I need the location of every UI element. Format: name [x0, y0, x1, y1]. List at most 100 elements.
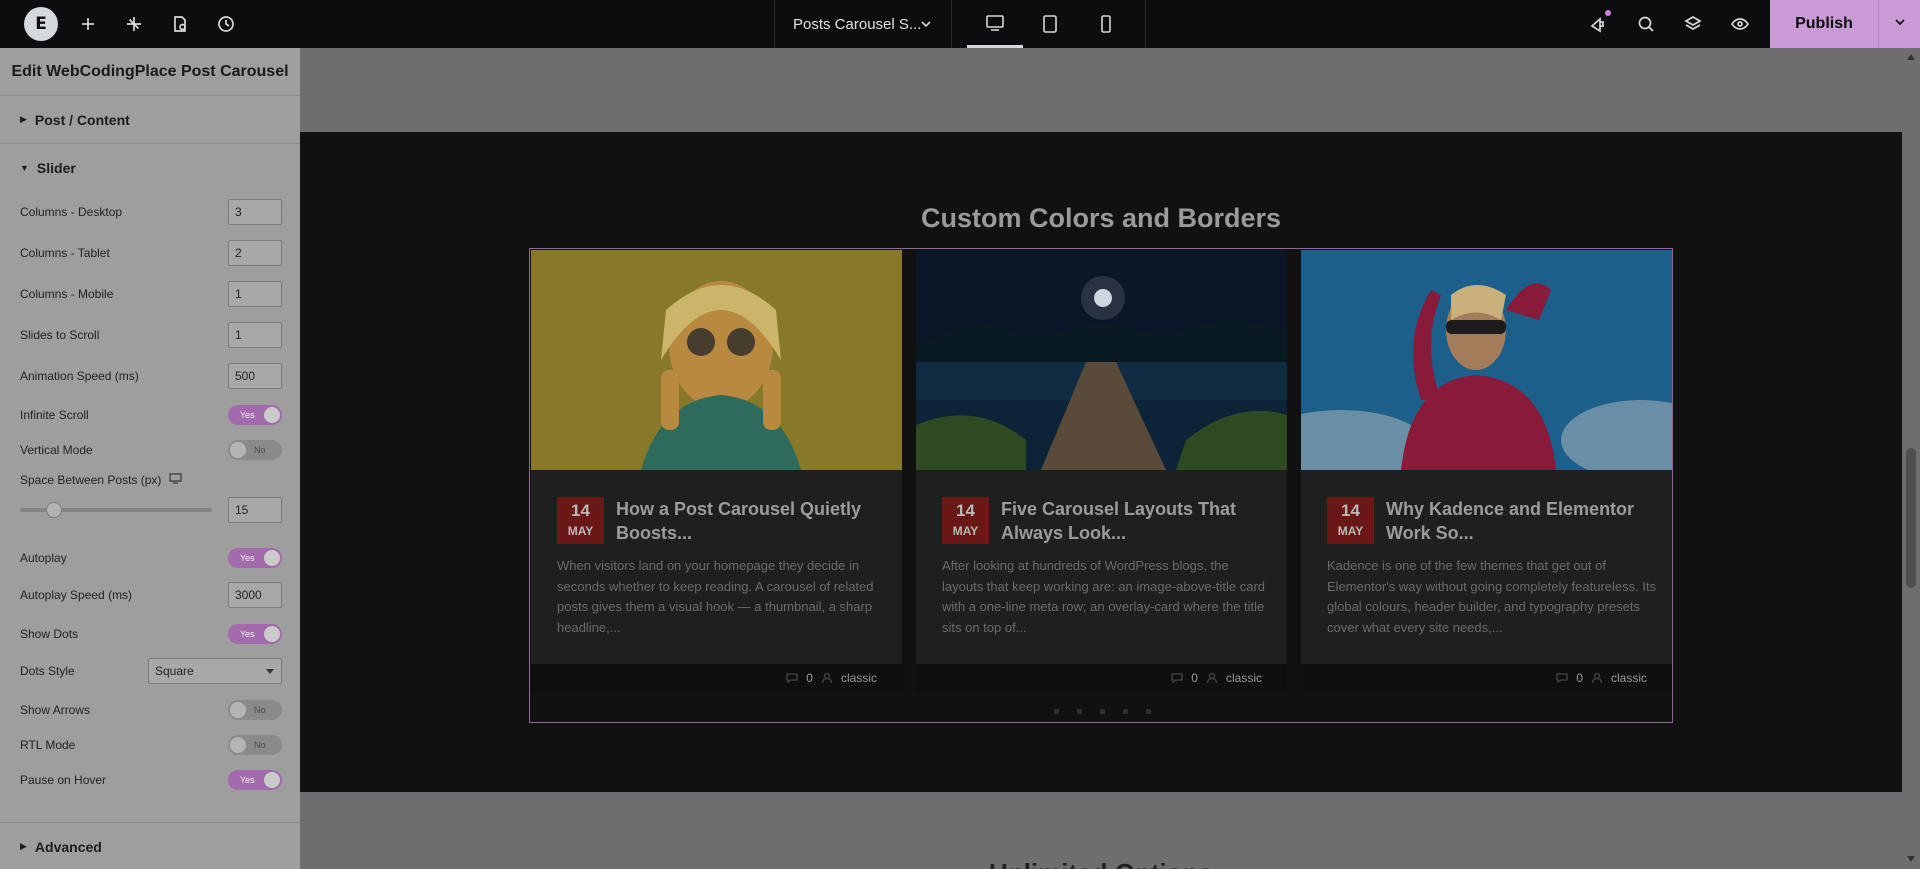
- post-author[interactable]: classic: [1226, 671, 1262, 685]
- post-title[interactable]: Why Kadence and Elementor Work So...: [1386, 497, 1662, 545]
- control-label: Dots Style: [20, 664, 75, 678]
- scroll-down-icon[interactable]: [1907, 856, 1915, 862]
- control-label: Columns - Mobile: [20, 287, 114, 301]
- panel-title: Edit WebCodingPlace Post Carousel: [0, 48, 300, 96]
- post-thumbnail-woman-pink-shirt[interactable]: [1301, 250, 1672, 470]
- control-infinite-scroll: Infinite Scroll Yes: [20, 405, 282, 425]
- user-icon: [1206, 672, 1218, 684]
- desktop-device-icon[interactable]: [967, 0, 1023, 48]
- autoplay-speed-input[interactable]: 3000: [228, 582, 282, 608]
- tablet-device-icon[interactable]: [1022, 0, 1078, 48]
- control-label: Show Arrows: [20, 703, 91, 717]
- autoplay-toggle[interactable]: Yes: [228, 548, 282, 568]
- post-thumbnail-woman-sunglasses[interactable]: [531, 250, 902, 470]
- control-label: Animation Speed (ms): [20, 369, 139, 383]
- control-label: Show Dots: [20, 627, 79, 641]
- add-icon[interactable]: [76, 12, 100, 36]
- carousel-dot[interactable]: [1076, 709, 1082, 714]
- control-autoplay: Autoplay Yes: [20, 548, 282, 568]
- notifications-icon[interactable]: [1586, 10, 1611, 36]
- columns-desktop-input[interactable]: 3: [228, 199, 282, 225]
- layers-icon[interactable]: [1681, 12, 1705, 36]
- post-month: MAY: [567, 524, 594, 538]
- page-settings-icon[interactable]: [168, 12, 192, 36]
- control-label: Columns - Desktop: [20, 205, 123, 219]
- publish-options-button[interactable]: [1878, 0, 1920, 48]
- editor-canvas: Custom Colors and Borders 14 MAY How a P…: [300, 48, 1902, 869]
- columns-tablet-input[interactable]: 2: [228, 240, 282, 266]
- control-label: Space Between Posts (px): [20, 473, 162, 487]
- slides-to-scroll-input[interactable]: 1: [228, 322, 282, 348]
- columns-mobile-input[interactable]: 1: [228, 281, 282, 307]
- show-dots-toggle[interactable]: Yes: [228, 624, 282, 644]
- section-label: Advanced: [34, 838, 102, 855]
- comment-icon: [1556, 672, 1569, 684]
- dots-style-value: Square: [155, 664, 194, 678]
- control-columns-mobile: Columns - Mobile 1: [20, 281, 282, 307]
- show-arrows-toggle[interactable]: No: [228, 700, 282, 720]
- chevron-down-icon: [919, 17, 933, 35]
- logo-text: E: [35, 14, 47, 34]
- section-label: Post / Content: [34, 111, 130, 128]
- infinite-scroll-toggle[interactable]: Yes: [228, 405, 282, 425]
- post-title[interactable]: How a Post Carousel Quietly Boosts...: [616, 497, 892, 545]
- elementor-logo-icon[interactable]: E: [24, 7, 58, 41]
- post-card[interactable]: 14 MAY Five Carousel Layouts That Always…: [916, 250, 1287, 692]
- control-show-dots: Show Dots Yes: [20, 624, 282, 644]
- post-date-badge: 14 MAY: [942, 497, 989, 544]
- control-animation-speed: Animation Speed (ms) 500: [20, 363, 282, 389]
- caret-down-icon: ▼: [20, 163, 29, 173]
- dots-style-select[interactable]: Square: [148, 658, 282, 684]
- post-excerpt: When visitors land on your homepage they…: [557, 558, 874, 635]
- next-section-heading: Unlimited Options: [300, 858, 1902, 869]
- control-dots-style: Dots Style Square: [20, 658, 282, 684]
- comment-count: 0: [1191, 671, 1198, 685]
- history-icon[interactable]: [214, 12, 238, 36]
- control-columns-tablet: Columns - Tablet 2: [20, 240, 282, 266]
- post-day: 14: [571, 501, 590, 520]
- post-card[interactable]: 14 MAY Why Kadence and Elementor Work So…: [1301, 250, 1672, 692]
- chevron-down-icon: [1893, 15, 1907, 34]
- scroll-up-icon[interactable]: [1907, 54, 1915, 60]
- vertical-mode-toggle[interactable]: No: [228, 440, 282, 460]
- notification-badge: [1605, 10, 1611, 16]
- section-heading: Custom Colors and Borders: [920, 203, 1282, 233]
- publish-button[interactable]: Publish: [1770, 0, 1878, 48]
- scrollbar-thumb[interactable]: [1906, 448, 1916, 588]
- animation-speed-input[interactable]: 500: [228, 363, 282, 389]
- caret-right-icon: ▶: [20, 841, 27, 851]
- post-thumbnail-night-lake[interactable]: [916, 250, 1287, 470]
- post-day: 14: [1341, 501, 1360, 520]
- responsive-device-switcher: [952, 0, 1146, 48]
- search-icon[interactable]: [1634, 12, 1658, 36]
- rtl-mode-toggle[interactable]: No: [228, 735, 282, 755]
- desktop-responsive-icon[interactable]: [169, 473, 183, 487]
- control-show-arrows: Show Arrows No: [20, 700, 282, 720]
- ai-sparkle-icon[interactable]: [122, 12, 146, 36]
- pause-on-hover-toggle[interactable]: Yes: [228, 770, 282, 790]
- carousel-dot[interactable]: [1053, 709, 1059, 714]
- control-label: Vertical Mode: [20, 443, 93, 457]
- space-between-input[interactable]: 15: [228, 497, 282, 523]
- section-advanced[interactable]: ▶ Advanced: [0, 822, 300, 869]
- post-author[interactable]: classic: [841, 671, 877, 685]
- control-label: Columns - Tablet: [20, 246, 110, 260]
- comment-count: 0: [1576, 671, 1583, 685]
- carousel-dot[interactable]: [1145, 709, 1151, 714]
- post-title[interactable]: Five Carousel Layouts That Always Look..…: [1001, 497, 1277, 545]
- canvas-scrollbar[interactable]: [1902, 48, 1920, 869]
- carousel-dot[interactable]: [1122, 709, 1128, 714]
- section-post-content[interactable]: ▶ Post / Content: [0, 96, 300, 144]
- mobile-device-icon[interactable]: [1078, 0, 1134, 48]
- comment-icon: [786, 672, 799, 684]
- document-selector[interactable]: Posts Carousel S...: [774, 0, 952, 48]
- carousel-dot[interactable]: [1099, 709, 1105, 714]
- post-month: MAY: [952, 524, 979, 538]
- post-month: MAY: [1337, 524, 1364, 538]
- post-author[interactable]: classic: [1611, 671, 1647, 685]
- preview-icon[interactable]: [1728, 12, 1752, 36]
- section-slider[interactable]: ▼ Slider: [0, 144, 300, 192]
- post-card[interactable]: 14 MAY How a Post Carousel Quietly Boost…: [531, 250, 902, 692]
- caret-right-icon: ▶: [20, 114, 27, 124]
- post-carousel[interactable]: 14 MAY How a Post Carousel Quietly Boost…: [529, 248, 1673, 723]
